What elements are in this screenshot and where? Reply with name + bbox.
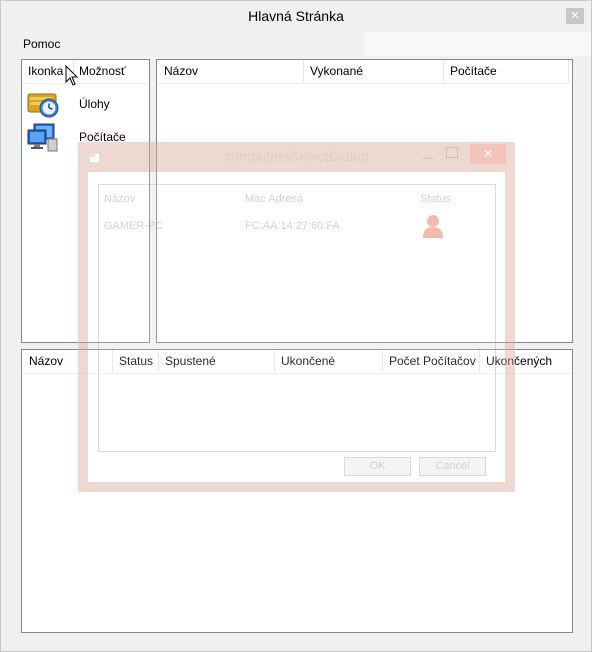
mouse-cursor-icon xyxy=(65,64,79,87)
menu-item-pomoc[interactable]: Pomoc xyxy=(23,37,60,51)
menu-bar-filler xyxy=(364,32,591,56)
dialog-row-mac: FC:AA:14:27:60:FA xyxy=(245,220,340,232)
dialog-client-area: Názov Mac Adresa Status GAMER-PC FC:AA:1… xyxy=(88,172,505,482)
menu-bar: Pomoc xyxy=(1,32,364,56)
tasks-clock-icon xyxy=(26,88,60,120)
dialog-maximize-button[interactable] xyxy=(446,147,458,158)
dialog-cancel-button[interactable]: Cancel xyxy=(419,457,486,476)
dialog-close-button[interactable]: ✕ xyxy=(470,144,506,164)
close-button[interactable]: ✕ xyxy=(566,8,584,24)
dialog-minimize-button[interactable]: — xyxy=(422,150,434,164)
column-header-vykonane[interactable]: Vykonané xyxy=(304,60,444,82)
column-header-pocitace[interactable]: Počítače xyxy=(444,60,569,82)
dialog-header-nazov[interactable]: Názov xyxy=(104,193,135,205)
computers-select-dialog[interactable]: computersSelectDialog — ✕ Názov Mac Adre… xyxy=(78,142,515,492)
user-icon xyxy=(423,215,443,238)
dialog-header-mac[interactable]: Mac Adresa xyxy=(245,193,303,205)
dialog-row[interactable]: GAMER-PC FC:AA:14:27:60:FA xyxy=(99,213,495,241)
list-item-ulohy[interactable]: Úlohy xyxy=(26,88,146,120)
options-list-header: Ikonka Možnosť xyxy=(22,60,149,84)
dialog-row-name: GAMER-PC xyxy=(104,220,164,232)
column-header-moznost[interactable]: Možnosť xyxy=(74,60,146,82)
column-header-nazov[interactable]: Názov xyxy=(157,60,304,82)
computers-icon xyxy=(26,121,60,153)
list-item-label: Úlohy xyxy=(79,97,110,111)
dialog-header-status[interactable]: Status xyxy=(420,193,451,205)
dialog-ok-button[interactable]: OK xyxy=(344,457,411,476)
dialog-computers-list[interactable]: Názov Mac Adresa Status GAMER-PC FC:AA:1… xyxy=(98,184,496,452)
tasks-list-header: Názov Vykonané Počítače xyxy=(157,60,572,84)
title-bar[interactable]: Hlavná Stránka ✕ xyxy=(1,1,591,32)
window-title: Hlavná Stránka xyxy=(248,8,344,24)
